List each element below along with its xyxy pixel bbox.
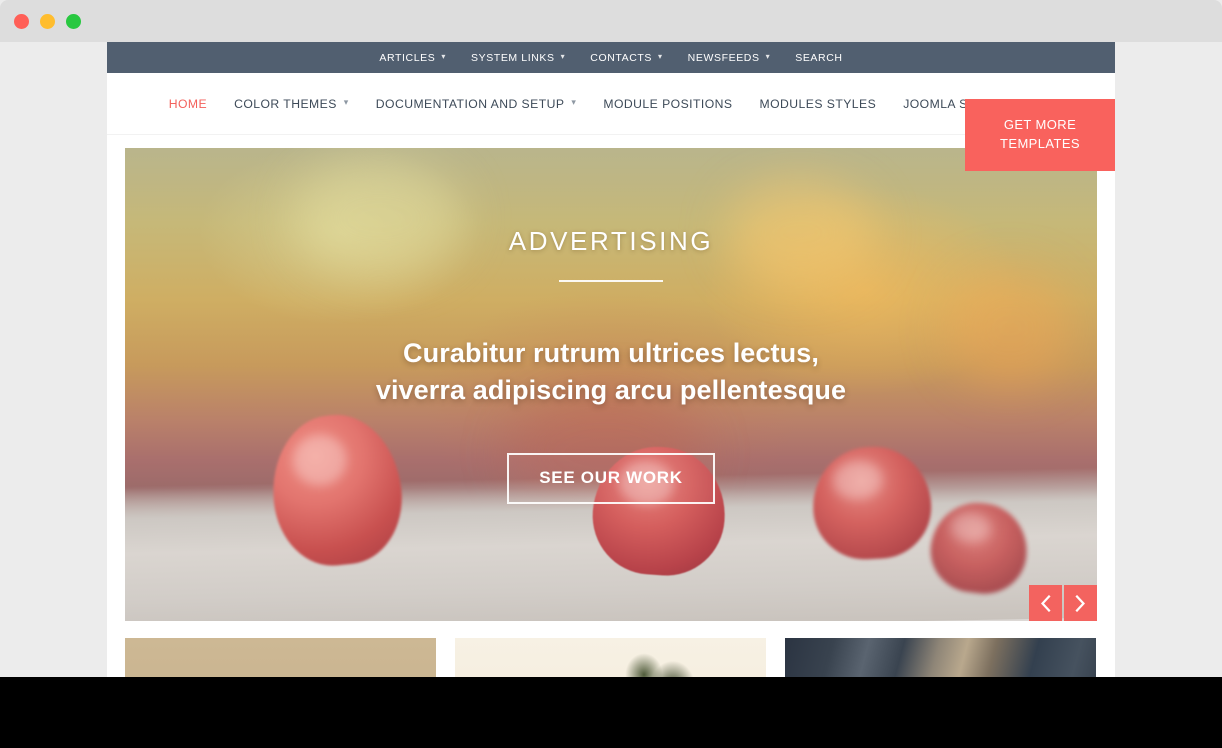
thumbnail-card-2[interactable]: [455, 638, 766, 677]
thumbnail-card-3[interactable]: [785, 638, 1096, 677]
chevron-down-icon: ▾: [343, 97, 349, 107]
window-titlebar: [0, 0, 1222, 42]
bottom-crop-bar: [0, 677, 1222, 748]
nav-item-label: MODULES STYLES: [759, 96, 877, 111]
topbar-item-label: ARTICLES: [379, 51, 436, 64]
traffic-light-controls: [14, 14, 81, 29]
get-more-templates-badge[interactable]: GET MORE TEMPLATES: [965, 99, 1115, 171]
close-window-button[interactable]: [14, 14, 29, 29]
nav-item-label: MODULE POSITIONS: [603, 96, 733, 111]
topbar-item-label: NEWSFEEDS: [687, 51, 760, 64]
badge-line-2: TEMPLATES: [1000, 136, 1080, 151]
topbar-item-label: SEARCH: [795, 51, 843, 64]
slider-prev-button[interactable]: [1029, 585, 1062, 621]
topbar-item-label: SYSTEM LINKS: [471, 51, 555, 64]
hero-divider: [559, 280, 663, 282]
see-our-work-button[interactable]: SEE OUR WORK: [507, 453, 715, 505]
browser-window: ARTICLES ▾ SYSTEM LINKS ▾ CONTACTS ▾ NEW…: [0, 0, 1222, 677]
slider-next-button[interactable]: [1064, 585, 1097, 621]
topbar-item-contacts[interactable]: CONTACTS ▾: [590, 52, 662, 64]
nav-item-home[interactable]: HOME: [169, 97, 207, 111]
main-navigation-bar: HOME COLOR THEMES ▾ DOCUMENTATION AND SE…: [107, 73, 1115, 171]
topbar-item-newsfeeds[interactable]: NEWSFEEDS ▾: [688, 52, 771, 64]
chevron-down-icon: ▾: [571, 97, 577, 107]
hero-headline-line-1: Curabitur rutrum ultrices lectus,: [403, 338, 819, 368]
topbar-item-system-links[interactable]: SYSTEM LINKS ▾: [471, 52, 565, 64]
hero-headline-line-2: viverra adipiscing arcu pellentesque: [375, 374, 847, 405]
topbar-item-search[interactable]: SEARCH: [795, 52, 842, 64]
topbar-item-label: CONTACTS: [590, 51, 653, 64]
maximize-window-button[interactable]: [66, 14, 81, 29]
hero-slider-section: ADVERTISING Curabitur rutrum ultrices le…: [107, 135, 1115, 621]
top-utility-bar: ARTICLES ▾ SYSTEM LINKS ▾ CONTACTS ▾ NEW…: [107, 42, 1115, 73]
minimize-window-button[interactable]: [40, 14, 55, 29]
hero-slider-controls: [1029, 585, 1097, 621]
badge-line-1: GET MORE: [1003, 117, 1077, 133]
website-viewport: ARTICLES ▾ SYSTEM LINKS ▾ CONTACTS ▾ NEW…: [107, 42, 1115, 677]
hero-headline: Curabitur rutrum ultrices lectus, viverr…: [125, 335, 1097, 408]
featured-thumbnails-row: [107, 638, 1115, 677]
chevron-right-icon: [1075, 594, 1086, 612]
nav-item-color-themes[interactable]: COLOR THEMES ▾: [234, 97, 349, 111]
main-navigation-menu: HOME COLOR THEMES ▾ DOCUMENTATION AND SE…: [151, 97, 1072, 111]
top-utility-menu: ARTICLES ▾ SYSTEM LINKS ▾ CONTACTS ▾ NEW…: [379, 52, 842, 64]
hero-slide: ADVERTISING Curabitur rutrum ultrices le…: [125, 148, 1097, 621]
chevron-down-icon: ▾: [658, 51, 663, 61]
hero-eyebrow-title: ADVERTISING: [508, 226, 714, 256]
nav-item-label: COLOR THEMES: [234, 96, 337, 111]
chevron-down-icon: ▾: [765, 51, 771, 61]
nav-item-module-positions[interactable]: MODULE POSITIONS: [603, 97, 732, 111]
nav-item-documentation-and-setup[interactable]: DOCUMENTATION AND SETUP ▾: [376, 97, 577, 111]
thumbnail-card-1[interactable]: [125, 638, 436, 677]
hero-caption: ADVERTISING Curabitur rutrum ultrices le…: [125, 226, 1097, 505]
chevron-down-icon: ▾: [560, 51, 566, 61]
topbar-item-articles[interactable]: ARTICLES ▾: [379, 52, 446, 64]
chevron-left-icon: [1040, 594, 1051, 612]
nav-item-modules-styles[interactable]: MODULES STYLES: [759, 97, 876, 111]
chevron-down-icon: ▾: [441, 51, 446, 61]
nav-item-label: DOCUMENTATION AND SETUP: [375, 96, 565, 111]
nav-item-label: HOME: [168, 96, 208, 111]
